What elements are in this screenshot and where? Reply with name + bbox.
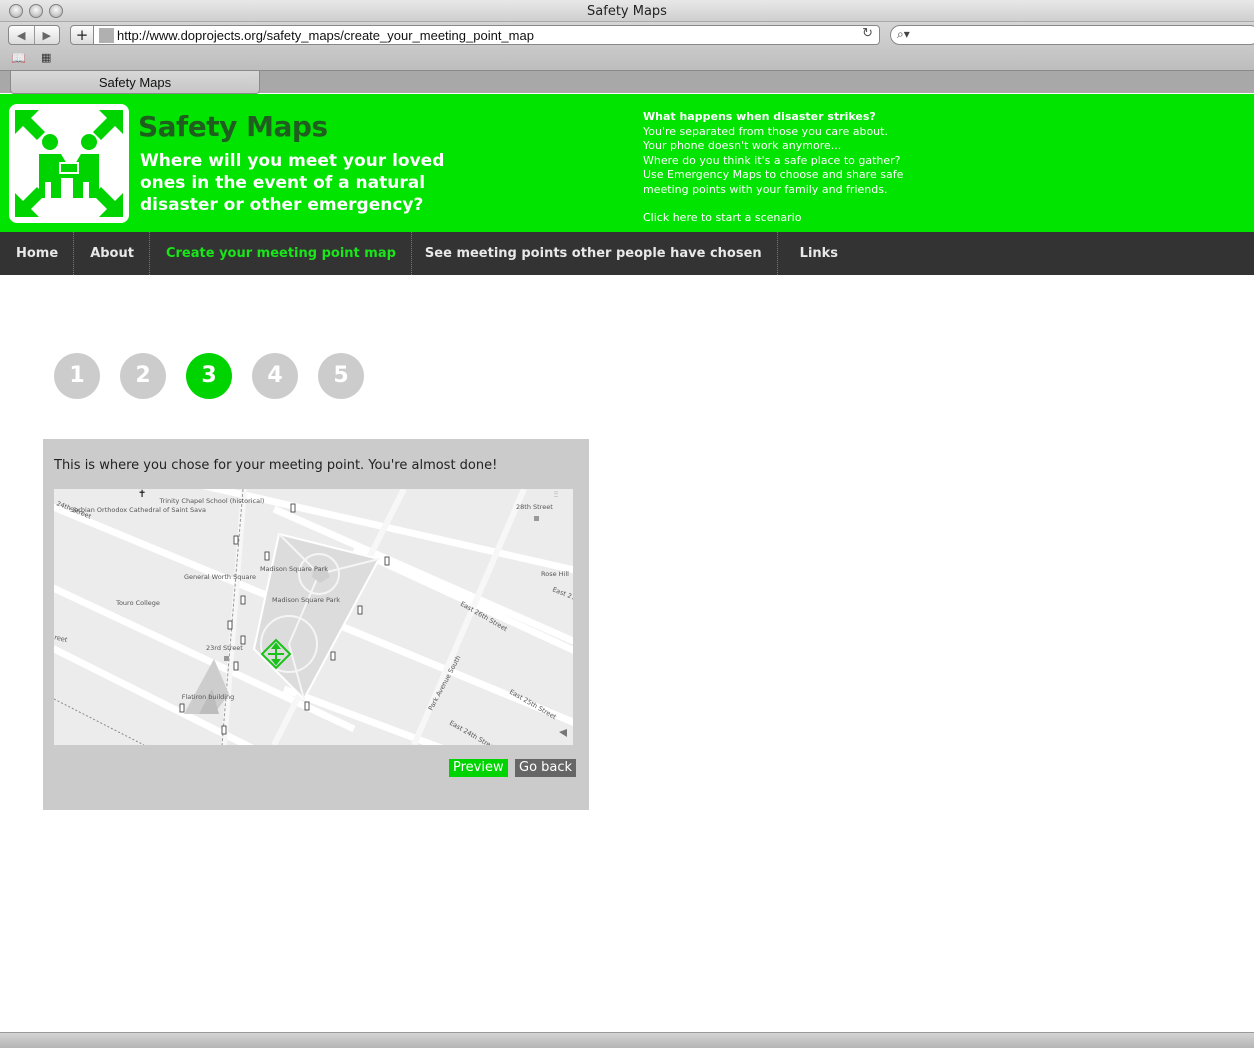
site-header: Safety Maps Where will you meet your lov…: [0, 94, 1254, 232]
step-4: 4: [252, 353, 298, 399]
preview-button[interactable]: Preview: [449, 759, 508, 777]
map-label: Flatiron building: [182, 693, 235, 701]
map-label: Touro College: [115, 599, 160, 607]
go-back-button[interactable]: Go back: [515, 759, 577, 777]
meeting-point-panel: This is where you chose for your meeting…: [43, 439, 589, 810]
step-2[interactable]: 2: [120, 353, 166, 399]
logo-icon[interactable]: [9, 104, 129, 223]
browser-tab[interactable]: Safety Maps: [10, 71, 260, 94]
history-buttons: ◀ ▶: [8, 25, 60, 45]
step-1[interactable]: 1: [54, 353, 100, 399]
blurb-line: You're separated from those you care abo…: [643, 124, 888, 138]
back-arrow-icon[interactable]: ◀: [9, 26, 34, 44]
step-3-current: 3: [186, 353, 232, 399]
svg-text:✝: ✝: [138, 489, 146, 500]
map-label: Madison Square Park: [260, 565, 328, 573]
start-scenario-link[interactable]: Click here to start a scenario: [643, 211, 943, 226]
blurb-line: Your phone doesn't work anymore...: [643, 139, 842, 152]
blurb-line: Use Emergency Maps to choose and share s…: [643, 168, 904, 196]
step-indicator: 1 2 3 4 5: [54, 353, 384, 399]
search-icon: ⌕▾: [897, 27, 910, 41]
site-tagline: Where will you meet your loved ones in t…: [140, 151, 445, 215]
blurb-question: What happens when disaster strikes?: [643, 110, 876, 123]
step-5: 5: [318, 353, 364, 399]
search-field[interactable]: ⌕▾: [890, 25, 1254, 45]
browser-toolbar: ◀ ▶ + http://www.doprojects.org/safety_m…: [0, 22, 1254, 70]
intro-blurb: What happens when disaster strikes? You'…: [643, 110, 943, 226]
favicon-icon: [99, 28, 114, 43]
panel-message: This is where you chose for your meeting…: [54, 458, 498, 473]
window-title: Safety Maps: [587, 4, 667, 19]
map-label: 28th Street: [516, 503, 553, 511]
address-bar[interactable]: http://www.doprojects.org/safety_maps/cr…: [94, 25, 880, 45]
blurb-line: Where do you think it's a safe place to …: [643, 153, 901, 167]
nav-create-map[interactable]: Create your meeting point map: [150, 232, 412, 275]
site-title[interactable]: Safety Maps: [138, 110, 328, 143]
map-label: 23rd Street: [206, 644, 243, 652]
svg-text:⫶⫶: ⫶⫶: [554, 490, 558, 499]
url-text[interactable]: http://www.doprojects.org/safety_maps/cr…: [117, 28, 534, 43]
bookmarks-book-icon[interactable]: 📖: [11, 51, 26, 65]
map-label: Trinity Chapel School (historical): [159, 497, 265, 505]
window-titlebar: Safety Maps: [0, 0, 1254, 22]
map-label: Serbian Orthodox Cathedral of Saint Sava: [70, 506, 206, 514]
main-nav: Home About Create your meeting point map…: [0, 232, 1254, 275]
nav-see-meeting-points[interactable]: See meeting points other people have cho…: [412, 232, 778, 275]
meeting-point-map[interactable]: ✝ ⫶⫶ 24th Street Serbian Orthodox Cathed…: [54, 489, 573, 745]
forward-arrow-icon[interactable]: ▶: [33, 26, 60, 44]
map-label: General Worth Square: [184, 573, 256, 581]
top-sites-grid-icon[interactable]: ▦: [41, 51, 51, 64]
tab-title: Safety Maps: [98, 75, 172, 90]
nav-links[interactable]: Links: [778, 232, 853, 275]
nav-about[interactable]: About: [74, 232, 150, 275]
reload-icon[interactable]: ↻: [862, 26, 873, 41]
map-label: Rose Hill: [541, 570, 569, 578]
window-status-bar: [0, 1032, 1254, 1048]
tab-strip: Safety Maps: [0, 70, 1254, 94]
map-label: Madison Square Park: [272, 596, 340, 604]
nav-home[interactable]: Home: [0, 232, 75, 275]
add-bookmark-button[interactable]: +: [70, 25, 94, 45]
